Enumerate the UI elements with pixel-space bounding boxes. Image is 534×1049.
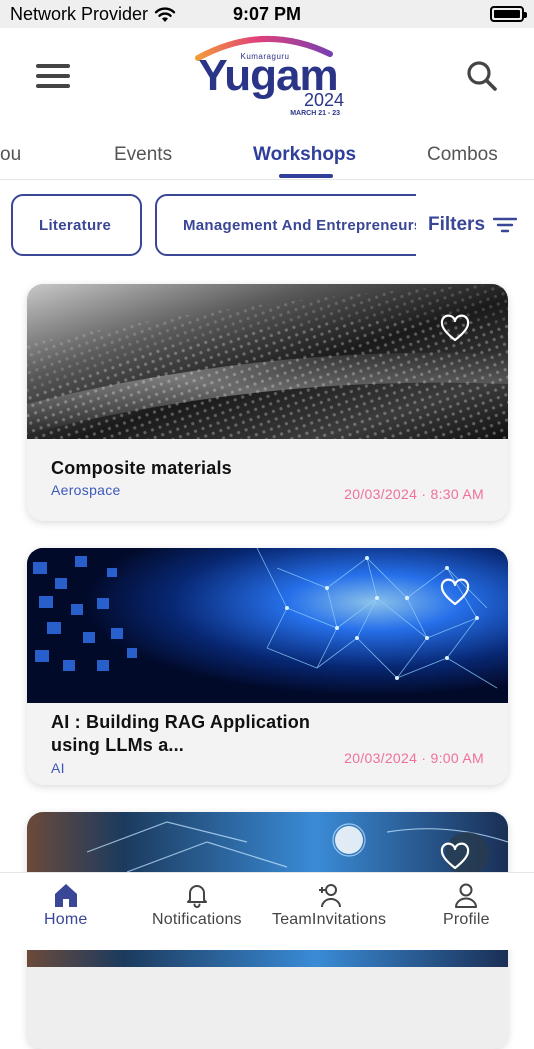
nav-label: Notifications [152, 911, 242, 928]
favorite-heart-icon[interactable] [440, 842, 470, 872]
chip-label: Management And Entrepreneurship [183, 216, 417, 234]
chip-label: Literature [39, 216, 112, 234]
nav-profile[interactable]: Profile [443, 881, 490, 929]
nav-label: Profile [443, 911, 490, 928]
bottom-navigation: Home Notifications TeamInvitations Profi… [0, 872, 534, 950]
logo-year: 2024 [303, 90, 344, 110]
card-datetime: 20/03/2024 · 9:00 AM [344, 750, 484, 766]
hamburger-line [36, 74, 70, 78]
user-icon [455, 883, 478, 908]
search-icon[interactable] [466, 60, 498, 92]
tab-combos[interactable]: Combos [427, 144, 498, 166]
card-image-ai-network [27, 548, 508, 703]
add-user-icon [319, 884, 342, 908]
hamburger-line [36, 64, 70, 68]
nav-home[interactable]: Home [44, 881, 87, 929]
clock: 9:07 PM [232, 4, 302, 24]
filters-button[interactable]: Filters [416, 194, 534, 256]
logo-dates: MARCH 21 - 23 [290, 110, 340, 117]
filters-label: Filters [428, 214, 486, 235]
card-datetime: 20/03/2024 · 8:30 AM [344, 486, 484, 502]
home-icon [54, 884, 77, 907]
bell-icon [186, 885, 207, 908]
nav-label: Home [44, 911, 88, 928]
card-title: Composite materials [51, 458, 232, 478]
card-info: AI : Building RAG Application using LLMs… [27, 703, 508, 785]
card-info: Composite materials Aerospace 20/03/2024… [27, 439, 508, 521]
nav-team-invitations[interactable]: TeamInvitations [272, 881, 386, 929]
chip-scroll-area: Management And Entrepreneurship [155, 194, 417, 256]
chip-literature[interactable]: Literature [11, 194, 142, 256]
tab-workshops[interactable]: Workshops [253, 144, 356, 166]
app-header: Kumaraguru Yugam 2024 MARCH 21 - 23 [0, 28, 534, 126]
yugam-logo: Kumaraguru Yugam 2024 MARCH 21 - 23 [180, 28, 350, 124]
hamburger-line [36, 84, 70, 88]
favorite-heart-icon[interactable] [440, 314, 470, 344]
card-title: AI : Building RAG Application using LLMs… [51, 712, 311, 756]
tab-partial[interactable]: ou [0, 144, 21, 166]
nav-notifications[interactable]: Notifications [152, 881, 242, 929]
category-tabs: ou Events Workshops Combos [0, 130, 534, 180]
menu-button[interactable] [36, 64, 70, 88]
chip-management[interactable]: Management And Entrepreneurship [155, 194, 417, 256]
filter-chips: Literature Management And Entrepreneursh… [0, 194, 534, 258]
battery-icon [490, 6, 527, 22]
tab-events[interactable]: Events [114, 144, 172, 166]
workshop-card[interactable]: Composite materials Aerospace 20/03/2024… [27, 284, 508, 521]
status-bar: Network Provider 9:07 PM [0, 0, 534, 28]
nav-label: TeamInvitations [272, 911, 387, 928]
active-tab-indicator [279, 174, 333, 178]
favorite-heart-icon[interactable] [440, 578, 470, 608]
card-image-carbon-fiber [27, 284, 508, 439]
workshop-card[interactable]: AI : Building RAG Application using LLMs… [27, 548, 508, 785]
filter-icon [493, 217, 518, 233]
